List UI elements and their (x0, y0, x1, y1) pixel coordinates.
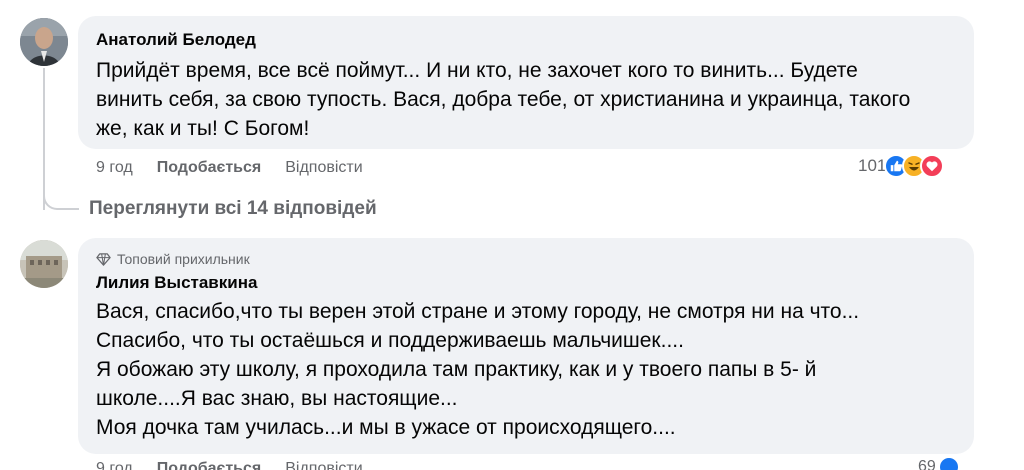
reply-thread-connector (43, 180, 79, 210)
comment-timestamp[interactable]: 9 год (96, 157, 133, 179)
view-replies-link[interactable]: Переглянути всі 14 відповідей (89, 198, 377, 220)
reply-button[interactable]: Відповісти (285, 157, 362, 179)
like-icon (939, 458, 958, 470)
reaction-count: 69 (918, 458, 936, 470)
comment-bubble: Топовий прихильник Лилия Выставкина Вася… (78, 238, 974, 454)
comment-bubble: Анатолий Белодед Прийдёт время, все всё … (78, 16, 974, 149)
comment-timestamp[interactable]: 9 год (96, 460, 133, 470)
reaction-summary[interactable]: 101 (858, 154, 945, 178)
comment-text: Прийдёт время, все всё поймут... И ни кт… (96, 59, 911, 140)
comment-text: Вася, спасибо,что ты верен этой стране и… (96, 300, 860, 439)
comment-author[interactable]: Анатолий Белодед (96, 30, 956, 50)
love-icon (920, 154, 945, 178)
reaction-count: 101 (858, 156, 887, 175)
avatar[interactable] (20, 18, 68, 66)
comment-actions: 9 год Подобається Відповісти (96, 157, 363, 179)
diamond-icon (96, 252, 111, 266)
comment-author[interactable]: Лилия Выставкина (96, 273, 956, 293)
like-button[interactable]: Подобається (157, 460, 262, 470)
like-button[interactable]: Подобається (157, 157, 262, 179)
top-fan-badge[interactable]: Топовий прихильник (96, 250, 956, 268)
partially-visible-actions: 9 год Подобається Відповісти 69 (0, 456, 1024, 470)
reply-button[interactable]: Відповісти (285, 460, 362, 470)
avatar[interactable] (20, 240, 68, 288)
badge-label: Топовий прихильник (117, 251, 250, 267)
